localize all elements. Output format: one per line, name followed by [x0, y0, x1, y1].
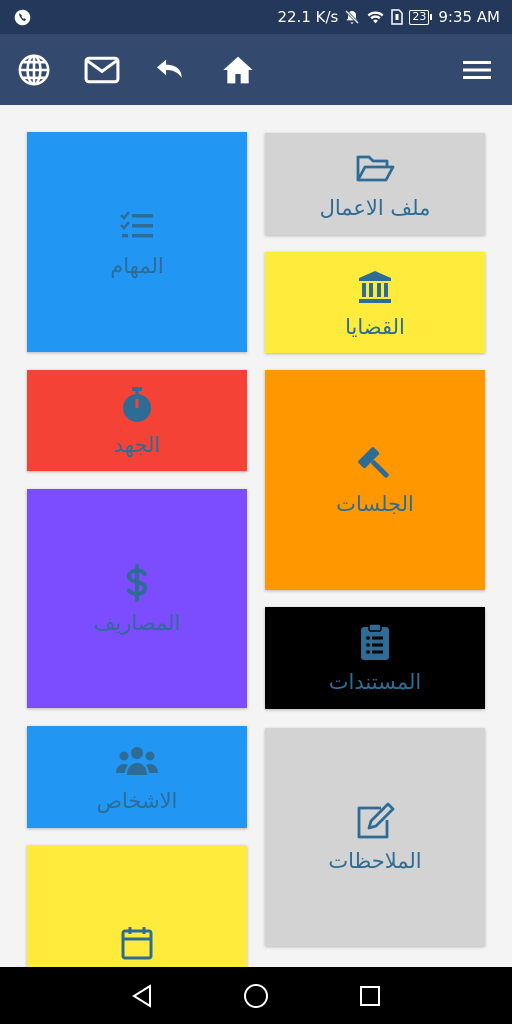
folder-open-icon	[355, 148, 395, 188]
edit-icon	[355, 801, 395, 841]
back-icon[interactable]	[126, 980, 158, 1012]
home-icon[interactable]	[219, 51, 257, 89]
tile-tasks[interactable]: المهام	[27, 132, 247, 352]
tile-notes[interactable]: الملاحظات	[265, 728, 485, 946]
tile-cases-label: القضايا	[345, 314, 405, 339]
tile-documents[interactable]: المستندات	[265, 607, 485, 709]
tile-sessions-label: الجلسات	[336, 492, 414, 516]
tile-documents-label: المستندات	[328, 670, 422, 694]
mail-icon[interactable]	[83, 51, 121, 89]
clock: 9:35 AM	[438, 8, 500, 26]
tile-expenses[interactable]: المصاريف	[27, 489, 247, 708]
users-icon	[115, 741, 159, 781]
tile-files[interactable]: ملف الاعمال	[265, 133, 485, 235]
stopwatch-icon	[121, 385, 153, 425]
tile-persons[interactable]: الاشخاص	[27, 726, 247, 828]
mute-icon	[344, 9, 360, 25]
bank-icon	[357, 267, 393, 307]
home-circle-icon[interactable]	[240, 980, 272, 1012]
status-bar: 22.1 K/s 23 9:35 AM	[0, 0, 512, 34]
recents-icon[interactable]	[354, 980, 386, 1012]
globe-icon[interactable]	[15, 51, 53, 89]
tile-tasks-label: المهام	[110, 254, 164, 278]
gavel-icon	[355, 444, 395, 484]
app-bar	[0, 34, 512, 105]
tile-expenses-label: المصاريف	[93, 610, 181, 635]
battery-level: 23	[409, 9, 430, 25]
phone-icon	[14, 9, 31, 26]
tile-files-label: ملف الاعمال	[319, 196, 431, 220]
tile-effort[interactable]: الجهد	[27, 370, 247, 471]
calendar-icon	[121, 923, 153, 963]
tile-persons-label: الاشخاص	[96, 789, 178, 813]
network-speed: 22.1 K/s	[277, 8, 339, 26]
wifi-icon	[366, 9, 385, 25]
tile-calendar[interactable]	[27, 845, 247, 967]
sim-icon	[391, 9, 404, 25]
undo-icon[interactable]	[151, 51, 189, 89]
tasks-icon	[120, 206, 154, 246]
clipboard-list-icon	[360, 622, 390, 662]
tile-effort-label: الجهد	[113, 432, 161, 457]
menu-icon[interactable]	[458, 51, 496, 89]
tile-notes-label: الملاحظات	[328, 849, 422, 873]
tile-sessions[interactable]: الجلسات	[265, 370, 485, 590]
dashboard-grid: ملف الاعمال القضايا الجلسات المستندات ال…	[0, 105, 512, 967]
tile-cases[interactable]: القضايا	[265, 252, 485, 353]
system-nav-bar	[0, 967, 512, 1024]
battery-icon: 23	[409, 9, 433, 25]
dollar-icon	[125, 563, 149, 603]
